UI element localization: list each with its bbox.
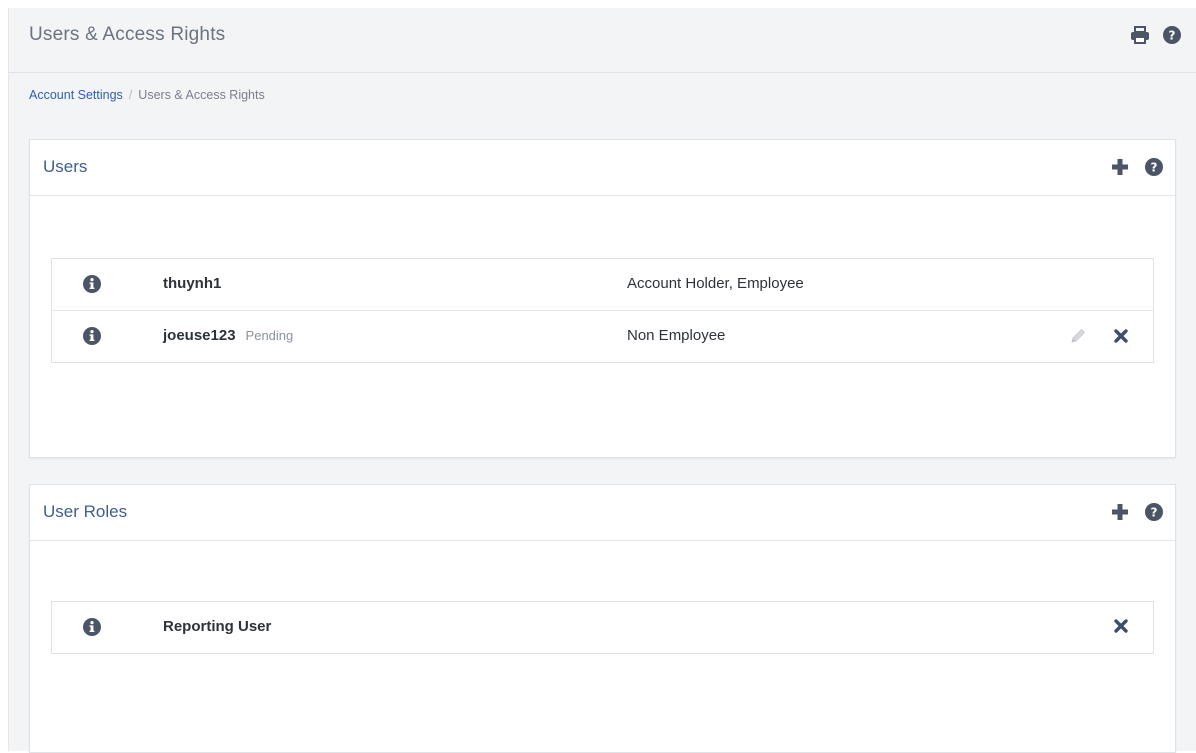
- status-badge: Pending: [246, 328, 294, 343]
- user-roles-panel-header: User Roles ?: [30, 485, 1175, 541]
- svg-text:?: ?: [1151, 161, 1158, 175]
- user-roles-panel-actions: ?: [1110, 502, 1164, 522]
- breadcrumb-link-account-settings[interactable]: Account Settings: [29, 88, 123, 102]
- roles-help-icon[interactable]: ?: [1144, 502, 1164, 522]
- add-user-button[interactable]: [1110, 157, 1130, 177]
- pencil-icon: [1069, 327, 1087, 345]
- row-actions: [1113, 618, 1129, 634]
- username-text: joeuse123: [163, 327, 236, 344]
- username: joeuse123 Pending: [163, 327, 293, 344]
- info-icon[interactable]: [83, 618, 101, 641]
- table-row: joeuse123 Pending Non Employee: [52, 311, 1153, 362]
- user-roles: Account Holder, Employee: [627, 275, 804, 292]
- printer-icon[interactable]: [1130, 25, 1150, 45]
- breadcrumb-separator: /: [129, 88, 132, 102]
- user-roles-panel-title: User Roles: [43, 502, 127, 522]
- breadcrumb: Account Settings / Users & Access Rights: [29, 88, 265, 102]
- users-panel-title: Users: [43, 157, 87, 177]
- info-icon[interactable]: [83, 275, 101, 298]
- close-icon: [1113, 328, 1129, 344]
- users-list: thuynh1 Account Holder, Employee joeuse1…: [51, 258, 1154, 363]
- delete-role-button[interactable]: [1113, 618, 1129, 634]
- close-icon: [1113, 618, 1129, 634]
- roles-list: Reporting User: [51, 601, 1154, 654]
- top-actions: ?: [1130, 25, 1182, 45]
- table-row: thuynh1 Account Holder, Employee: [52, 259, 1153, 311]
- username-text: thuynh1: [163, 275, 221, 292]
- svg-text:?: ?: [1169, 29, 1176, 43]
- users-panel-actions: ?: [1110, 157, 1164, 177]
- username: thuynh1: [163, 275, 221, 292]
- users-panel: Users ?: [29, 139, 1176, 458]
- edit-button[interactable]: [1069, 327, 1087, 345]
- row-actions: [1069, 327, 1129, 345]
- plus-icon: [1111, 503, 1129, 521]
- help-icon[interactable]: ?: [1162, 25, 1182, 45]
- plus-icon: [1111, 158, 1129, 176]
- breadcrumb-current: Users & Access Rights: [138, 88, 264, 102]
- user-roles: Non Employee: [627, 327, 725, 344]
- svg-text:?: ?: [1151, 506, 1158, 520]
- role-name: Reporting User: [163, 618, 271, 635]
- delete-button[interactable]: [1113, 328, 1129, 344]
- users-help-icon[interactable]: ?: [1144, 157, 1164, 177]
- page-title: Users & Access Rights: [29, 24, 225, 46]
- page-container: Users & Access Rights ? Account Settings…: [8, 8, 1196, 751]
- info-icon[interactable]: [83, 327, 101, 350]
- user-roles-panel: User Roles ?: [29, 484, 1176, 753]
- top-bar: Users & Access Rights ?: [9, 8, 1196, 73]
- add-role-button[interactable]: [1110, 502, 1130, 522]
- table-row: Reporting User: [52, 602, 1153, 653]
- users-panel-header: Users ?: [30, 140, 1175, 196]
